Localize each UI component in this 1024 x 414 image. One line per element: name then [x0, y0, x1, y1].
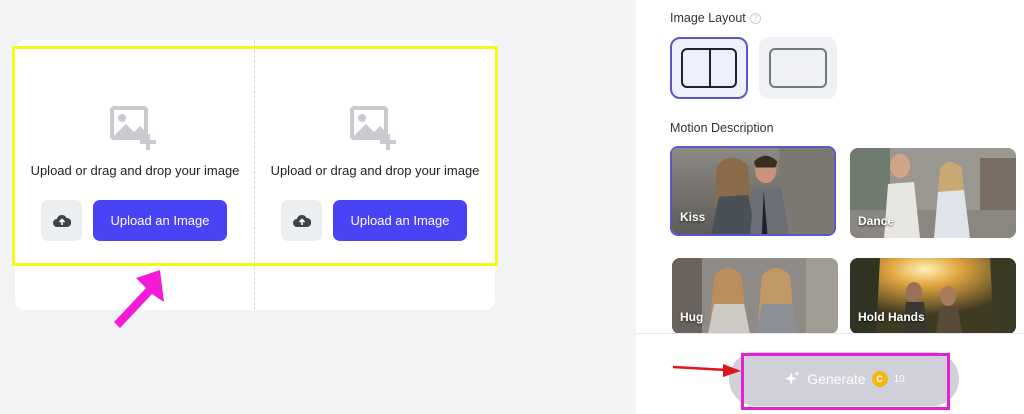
- motion-card-kiss[interactable]: Kiss: [670, 146, 836, 236]
- motion-label: Hold Hands: [858, 310, 925, 324]
- arrow-right-icon: [672, 364, 741, 377]
- motion-card-hold-hands[interactable]: Hold Hands: [850, 258, 1016, 334]
- motion-label: Hug: [680, 310, 704, 324]
- image-layout-heading: Image Layout?: [670, 11, 761, 25]
- pointer-arrow-icon: [114, 270, 164, 328]
- motion-card-hug[interactable]: Hug: [672, 258, 838, 334]
- image-layout-label: Image Layout: [670, 11, 746, 25]
- motion-label: Kiss: [680, 210, 706, 224]
- motion-label: Dance: [858, 214, 895, 228]
- upload-area-highlight: [12, 46, 498, 266]
- generate-highlight: [741, 353, 950, 410]
- info-icon[interactable]: ?: [749, 13, 761, 25]
- layout-option-single[interactable]: [759, 37, 837, 99]
- single-layout-icon: [769, 48, 827, 88]
- split-layout-icon: [681, 48, 737, 88]
- motion-card-dance[interactable]: Dance: [850, 148, 1016, 238]
- layout-option-split[interactable]: [670, 37, 748, 99]
- motion-description-label: Motion Description: [670, 121, 774, 135]
